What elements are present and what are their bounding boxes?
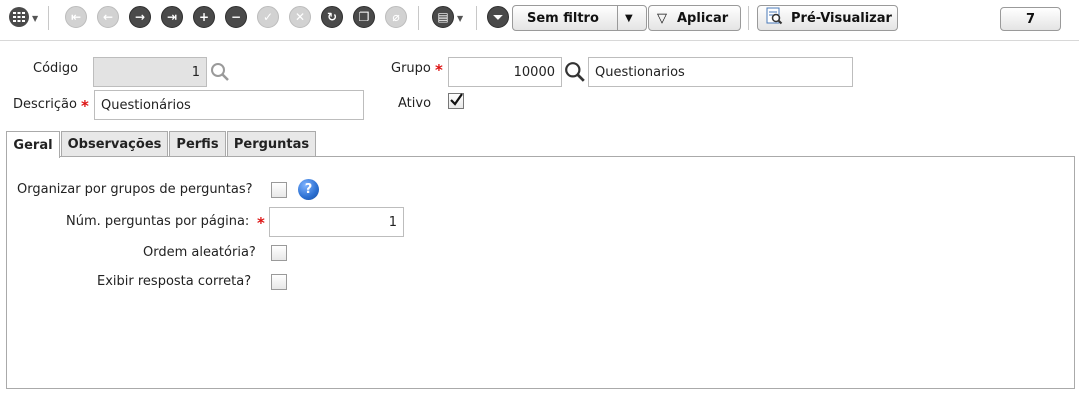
last-record-icon[interactable]: ⇥ xyxy=(161,6,183,28)
chevron-down-icon[interactable]: ▼ xyxy=(32,14,38,23)
descricao-value: Questionários xyxy=(101,97,191,113)
remove-record-icon[interactable]: − xyxy=(225,6,247,28)
filter-select-value: Sem filtro xyxy=(527,10,599,26)
search-icon[interactable] xyxy=(564,61,586,87)
ordem-label: Ordem aleatória? xyxy=(143,245,256,260)
num-perguntas-field[interactable]: 1 xyxy=(269,207,404,237)
apply-button[interactable]: ▽ Aplicar xyxy=(648,5,741,31)
cancel-icon[interactable]: ✕ xyxy=(289,6,311,28)
preview-button[interactable]: Pré-Visualizar xyxy=(757,5,898,31)
ativo-label: Ativo xyxy=(398,96,432,111)
tab-observacoes[interactable]: Observações xyxy=(61,131,168,157)
funnel-icon: ▽ xyxy=(657,10,667,26)
tab-label: Perguntas xyxy=(233,137,310,152)
codigo-value: 1 xyxy=(191,64,200,80)
next-record-icon[interactable]: → xyxy=(129,6,151,28)
num-perguntas-value: 1 xyxy=(388,214,397,230)
tab-geral[interactable]: Geral xyxy=(6,131,60,158)
grupo-label: Grupo xyxy=(391,61,431,76)
notification-counter[interactable]: 7 xyxy=(1000,7,1061,31)
ativo-checkbox[interactable] xyxy=(448,93,464,109)
required-icon: * xyxy=(435,61,443,79)
filter-funnel-icon[interactable]: ⏷ xyxy=(487,6,509,28)
descricao-label: Descrição xyxy=(13,97,77,112)
document-menu-icon[interactable]: ▤ xyxy=(432,6,454,28)
toolbar-divider xyxy=(418,6,419,30)
grupo-code-value: 10000 xyxy=(513,64,555,80)
apply-button-label: Aplicar xyxy=(677,10,729,26)
grupo-name-field: Questionarios xyxy=(588,57,853,87)
attach-icon[interactable]: ⌀ xyxy=(385,6,407,28)
refresh-icon[interactable]: ↻ xyxy=(321,6,343,28)
previous-record-icon[interactable]: ← xyxy=(97,6,119,28)
num-perguntas-label: Núm. perguntas por página: xyxy=(66,214,250,229)
first-record-icon[interactable]: ⇤ xyxy=(65,6,87,28)
preview-button-label: Pré-Visualizar xyxy=(791,10,892,26)
toolbar-divider xyxy=(476,6,477,30)
tab-label: Perfis xyxy=(176,137,219,152)
counter-value: 7 xyxy=(1025,11,1036,27)
tab-perguntas[interactable]: Perguntas xyxy=(227,131,316,157)
grid-menu-icon[interactable] xyxy=(8,6,30,28)
checkmark-icon xyxy=(450,93,463,106)
chevron-down-icon[interactable]: ▼ xyxy=(457,14,463,23)
organizar-label: Organizar por grupos de perguntas? xyxy=(17,182,253,197)
exibir-label: Exibir resposta correta? xyxy=(97,274,252,289)
required-icon: * xyxy=(257,214,265,232)
codigo-label: Código xyxy=(33,61,79,76)
help-icon[interactable]: ? xyxy=(298,179,319,200)
copy-icon[interactable]: ❐ xyxy=(353,6,375,28)
search-icon[interactable] xyxy=(210,62,230,86)
codigo-field: 1 xyxy=(93,57,207,87)
organizar-checkbox[interactable] xyxy=(271,182,287,198)
grupo-name-value: Questionarios xyxy=(595,64,685,80)
tab-label: Observações xyxy=(67,137,162,152)
toolbar: ▼ ⇤ ← → ⇥ + − ✓ ✕ ↻ ❐ ⌀ ▤ ▼ ⏷ Sem filtro… xyxy=(0,0,1079,41)
confirm-icon[interactable]: ✓ xyxy=(257,6,279,28)
toolbar-divider xyxy=(748,6,749,30)
add-record-icon[interactable]: + xyxy=(193,6,215,28)
grupo-code-field[interactable]: 10000 xyxy=(448,57,562,87)
descricao-field[interactable]: Questionários xyxy=(94,90,364,120)
filter-select[interactable]: Sem filtro ▼ xyxy=(512,5,647,31)
ordem-checkbox[interactable] xyxy=(271,245,287,261)
preview-icon xyxy=(758,7,791,29)
required-icon: * xyxy=(81,97,89,115)
tab-perfis[interactable]: Perfis xyxy=(169,131,226,157)
tab-label: Geral xyxy=(13,137,53,153)
exibir-checkbox[interactable] xyxy=(271,274,287,290)
toolbar-divider xyxy=(48,6,49,30)
chevron-down-icon[interactable]: ▼ xyxy=(617,6,633,30)
